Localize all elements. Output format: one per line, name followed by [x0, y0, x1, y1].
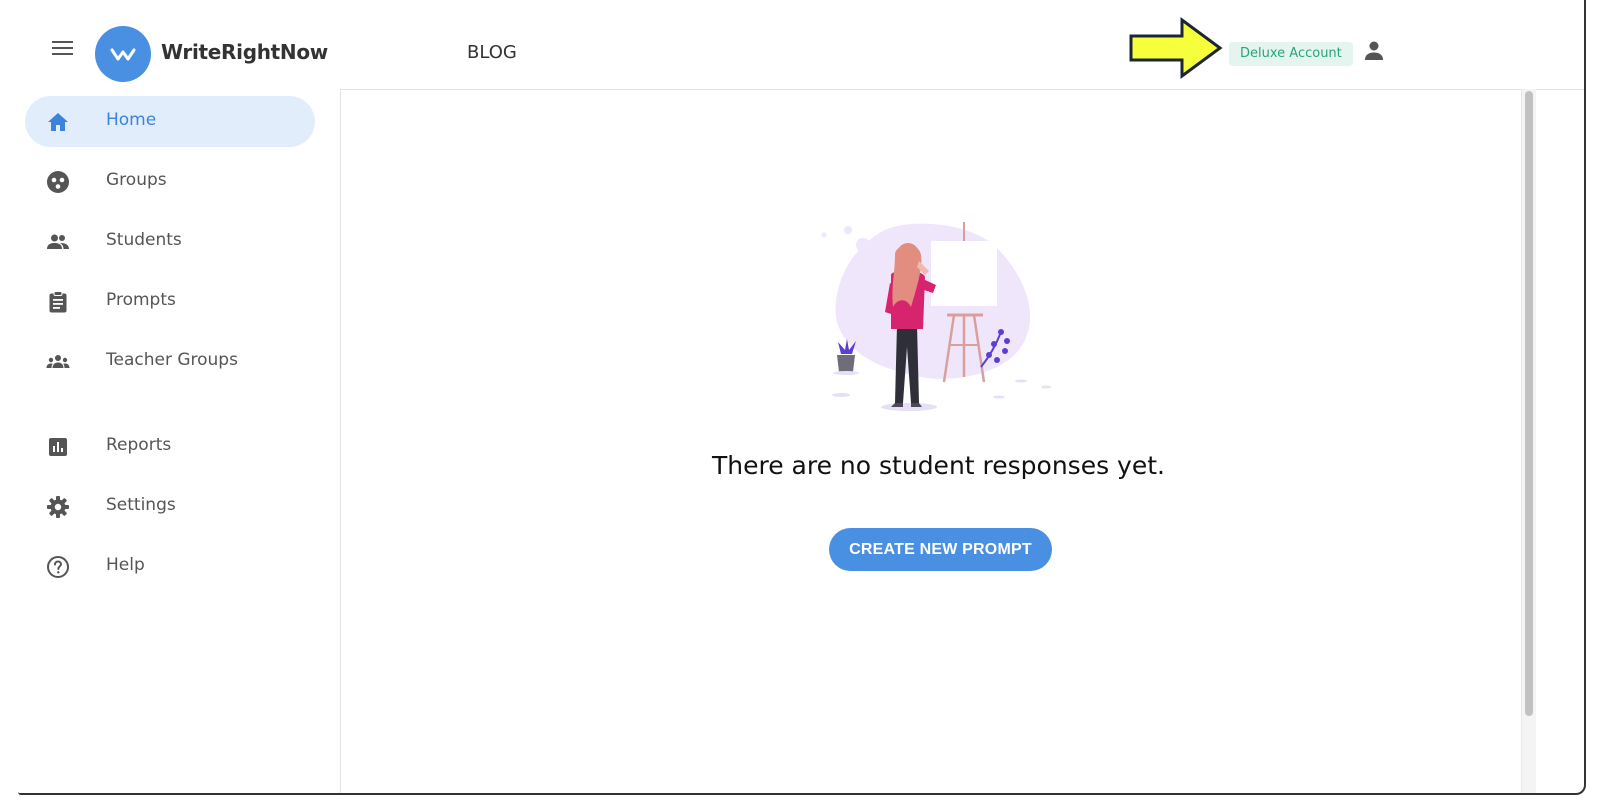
account-badge[interactable]: Deluxe Account — [1229, 42, 1353, 66]
empty-state-message: There are no student responses yet. — [712, 451, 1165, 480]
gear-icon — [47, 496, 69, 518]
sidebar-item-groups[interactable]: Groups — [25, 156, 315, 207]
sidebar-item-students[interactable]: Students — [25, 216, 315, 267]
app-window: WriteRightNow BLOG Deluxe Account Home G… — [18, 0, 1586, 795]
sidebar-item-prompts[interactable]: Prompts — [25, 276, 315, 327]
groups-icon — [47, 171, 69, 193]
sidebar-item-home[interactable]: Home — [25, 96, 315, 147]
sidebar-item-label: Students — [106, 230, 182, 250]
app-name[interactable]: WriteRightNow — [161, 40, 328, 64]
teacher-groups-icon — [46, 355, 70, 368]
sidebar-item-reports[interactable]: Reports — [25, 421, 315, 472]
help-icon — [47, 556, 69, 578]
sidebar: Home Groups Students Prompts Teacher Gro… — [18, 89, 341, 793]
students-icon — [47, 234, 69, 249]
sidebar-item-settings[interactable]: Settings — [25, 481, 315, 532]
home-icon — [48, 113, 68, 131]
create-new-prompt-button[interactable]: CREATE NEW PROMPT — [829, 528, 1052, 571]
sidebar-item-label: Prompts — [106, 290, 176, 310]
sidebar-item-label: Reports — [106, 435, 172, 455]
annotation-arrow-icon — [1129, 17, 1223, 79]
top-bar: WriteRightNow BLOG Deluxe Account — [18, 0, 1584, 90]
logo-icon[interactable] — [95, 26, 151, 82]
main-content: There are no student responses yet. CREA… — [341, 89, 1536, 793]
hamburger-menu-icon[interactable] — [52, 41, 74, 59]
blog-link[interactable]: BLOG — [467, 42, 517, 63]
scrollbar-thumb[interactable] — [1525, 91, 1533, 716]
reports-icon — [49, 438, 67, 456]
sidebar-item-label: Teacher Groups — [106, 350, 238, 370]
sidebar-item-teacher-groups[interactable]: Teacher Groups — [25, 336, 315, 387]
sidebar-item-help[interactable]: Help — [25, 541, 315, 592]
sidebar-item-label: Groups — [106, 170, 167, 190]
sidebar-item-label: Help — [106, 555, 145, 575]
sidebar-item-label: Settings — [106, 495, 176, 515]
empty-state-illustration — [821, 222, 1051, 411]
clipboard-icon — [49, 291, 67, 313]
sidebar-item-label: Home — [106, 110, 157, 130]
user-account-icon[interactable] — [1362, 39, 1386, 63]
vertical-scrollbar[interactable] — [1521, 89, 1536, 793]
